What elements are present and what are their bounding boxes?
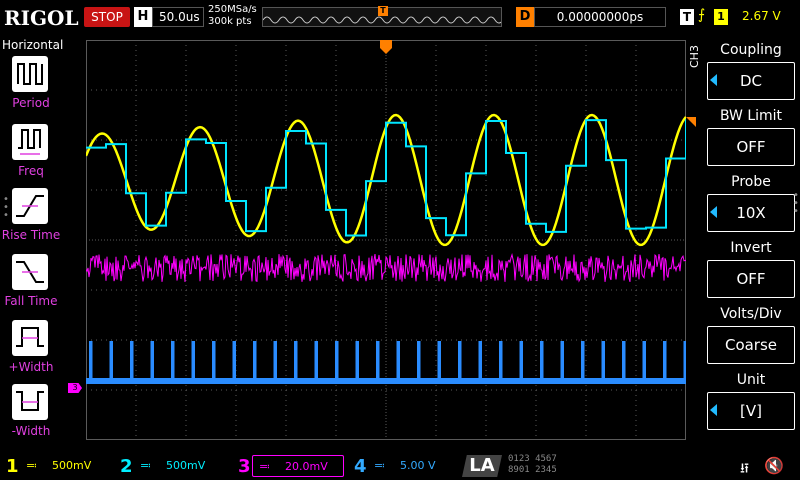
measure-label: Fall Time: [0, 294, 62, 308]
ch3-scale-value: 20.0mV: [285, 460, 328, 473]
usb-icon: ⭿: [740, 458, 749, 480]
ch2-scale[interactable]: ≕ 500mV: [134, 455, 226, 477]
waveform-display[interactable]: [86, 40, 686, 440]
sample-info: 250MSa/s 300k pts: [208, 4, 257, 28]
menu-invert[interactable]: Invert OFF: [705, 238, 797, 302]
sidebar-title: Horizontal: [2, 38, 63, 52]
graticule: [86, 40, 686, 440]
measure-negative-width[interactable]: -Width: [0, 384, 62, 446]
measure-fall-time[interactable]: Fall Time: [0, 254, 62, 316]
menu-title: BW Limit: [705, 106, 797, 126]
period-icon: [12, 56, 48, 92]
ch4-number: 4: [354, 456, 367, 477]
delay-value[interactable]: 0.00000000ps: [534, 7, 666, 27]
sample-rate: 250MSa/s: [208, 4, 257, 16]
trigger-position-marker: T: [378, 6, 388, 16]
measure-period[interactable]: Period: [0, 56, 62, 118]
trigger-time-marker: [380, 40, 392, 54]
ch2-number: 2: [120, 456, 133, 477]
ch4-scale-value: 5.00 V: [400, 459, 436, 472]
trigger-source: 1: [714, 9, 728, 25]
ch3-scale[interactable]: ≕ 20.0mV: [252, 455, 344, 477]
channel-status-bar: 1 ≕ 500mV 2 ≕ 500mV 3 ≕ 20.0mV 4 ≕ 5.00 …: [0, 450, 800, 480]
timebase-value[interactable]: 50.0us: [152, 7, 204, 27]
trigger-level[interactable]: 2.67 V: [742, 9, 781, 23]
menu-bw-limit[interactable]: BW Limit OFF: [705, 106, 797, 170]
measure-label: Freq: [0, 164, 62, 178]
measure-label: Rise Time: [0, 228, 62, 242]
rigol-logo: RIGOL: [4, 6, 79, 30]
menu-value[interactable]: [V]: [707, 392, 795, 430]
delay-label: D: [516, 7, 534, 27]
horizontal-label: H: [134, 7, 152, 27]
run-stop-button[interactable]: STOP: [84, 7, 130, 27]
memory-depth: 300k pts: [208, 16, 257, 28]
measure-positive-width[interactable]: +Width: [0, 320, 62, 382]
top-status-bar: RIGOL STOP H 50.0us 250MSa/s 300k pts T …: [0, 0, 800, 36]
speaker-muted-icon[interactable]: 🔇: [764, 456, 784, 475]
ch1-scale-value: 500mV: [52, 459, 91, 472]
menu-value[interactable]: OFF: [707, 128, 795, 166]
la-row-1: 0123 4567: [508, 454, 557, 465]
menu-channel-tag: CH3: [688, 45, 701, 68]
menu-title: Probe: [705, 172, 797, 192]
ch3-ground-marker[interactable]: 3: [68, 383, 82, 393]
menu-value[interactable]: DC: [707, 62, 795, 100]
ch1-number: 1: [6, 456, 19, 477]
fall-time-icon: [12, 254, 48, 290]
la-button[interactable]: LA: [462, 455, 502, 477]
trigger-label: T: [680, 9, 694, 25]
measure-label: Period: [0, 96, 62, 110]
scroll-dots: • • •: [793, 192, 799, 216]
measure-sidebar: Horizontal Period Freq • • • Rise Time Fal…: [0, 36, 62, 448]
ch3-number: 3: [238, 456, 251, 477]
left-arrow-icon: [710, 206, 717, 218]
menu-title: Invert: [705, 238, 797, 258]
menu-title: Unit: [705, 370, 797, 390]
ch2-scale-value: 500mV: [166, 459, 205, 472]
menu-volts-div[interactable]: Volts/Div Coarse: [705, 304, 797, 368]
dc-coupling-icon: ≕: [26, 455, 37, 477]
freq-icon: [12, 124, 48, 160]
la-row-2: 8901 2345: [508, 465, 557, 476]
negative-width-icon: [12, 384, 48, 420]
ch1-scale[interactable]: ≕ 500mV: [20, 455, 112, 477]
la-channels: 0123 4567 8901 2345: [508, 454, 557, 476]
measure-label: -Width: [0, 424, 62, 438]
rise-time-icon: [12, 188, 48, 224]
menu-probe[interactable]: Probe 10X: [705, 172, 797, 236]
dc-coupling-icon: ≕: [140, 455, 151, 477]
menu-value[interactable]: Coarse: [707, 326, 795, 364]
measure-label: +Width: [0, 360, 62, 374]
ch4-scale[interactable]: ≕ 5.00 V: [368, 455, 458, 477]
dc-coupling-icon: ≕: [374, 455, 385, 477]
measure-freq[interactable]: Freq: [0, 124, 62, 186]
menu-value[interactable]: 10X: [707, 194, 795, 232]
ch4-baseline: [86, 378, 686, 384]
menu-title: Volts/Div: [705, 304, 797, 324]
left-arrow-icon: [710, 404, 717, 416]
dc-coupling-icon: ≕: [259, 456, 270, 478]
positive-width-icon: [12, 320, 48, 356]
rising-edge-icon: ⨍: [698, 7, 705, 23]
measure-rise-time[interactable]: Rise Time: [0, 188, 62, 250]
channel-menu: Coupling DC BW Limit OFF Probe 10X Inver…: [705, 40, 797, 440]
trigger-level-marker[interactable]: [686, 117, 696, 127]
menu-unit[interactable]: Unit [V]: [705, 370, 797, 434]
left-arrow-icon: [710, 74, 717, 86]
menu-title: Coupling: [705, 40, 797, 60]
menu-value[interactable]: OFF: [707, 260, 795, 298]
menu-coupling[interactable]: Coupling DC: [705, 40, 797, 104]
